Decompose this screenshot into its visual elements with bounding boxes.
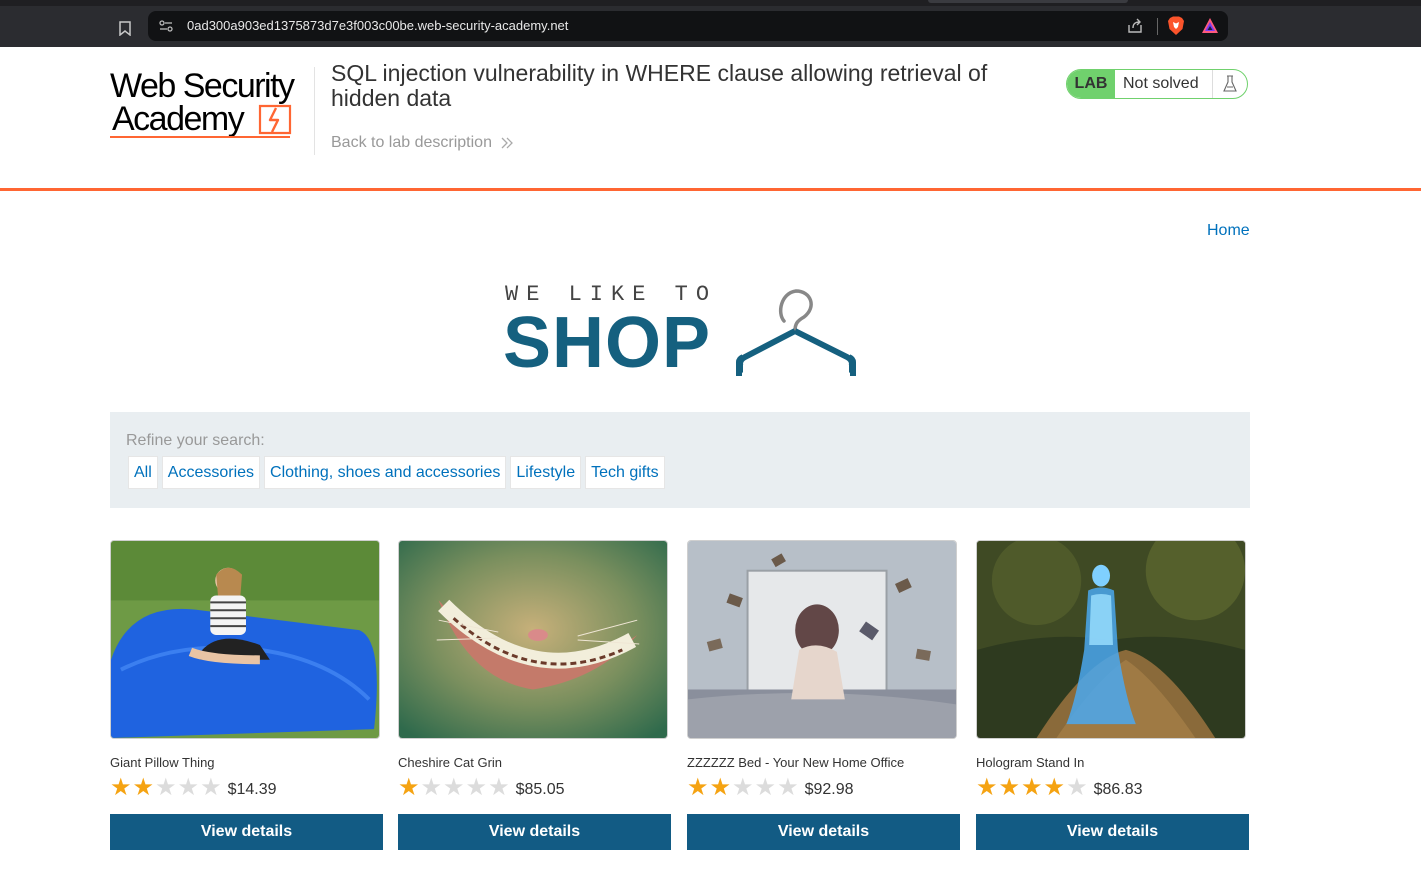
category-filter-list: All Accessories Clothing, shoes and acce… [128,456,665,489]
lab-badge: LAB [1067,70,1115,98]
star-filled-icon: ★ [398,774,420,801]
back-to-lab-description-link[interactable]: Back to lab description [331,134,514,152]
bookmark-icon[interactable] [114,17,136,39]
product-price: $14.39 [227,781,277,798]
lab-title: SQL injection vulnerability in WHERE cla… [331,60,988,111]
product-image-giant-pillow[interactable] [110,540,380,739]
product-image-hologram-stand-in[interactable] [976,540,1246,739]
hanger-icon [736,289,856,376]
product-price: $92.98 [804,781,854,798]
star-empty-icon: ★ [754,774,777,801]
star-empty-icon: ★ [1066,774,1088,801]
star-filled-icon: ★ [132,774,155,801]
browser-toolbar: 0ad300a903ed1375873d7e3f003c00be.web-sec… [0,0,1421,47]
url-text[interactable]: 0ad300a903ed1375873d7e3f003c00be.web-sec… [187,18,568,33]
address-bar[interactable]: 0ad300a903ed1375873d7e3f003c00be.web-sec… [148,11,1228,41]
star-empty-icon: ★ [420,774,443,801]
product-name: Hologram Stand In [976,755,1085,770]
star-filled-icon: ★ [709,774,732,801]
product-image-zzzzzz-bed[interactable] [687,540,957,739]
star-empty-icon: ★ [732,774,754,801]
brave-shields-icon[interactable] [1167,16,1185,36]
lab-status-text: Not solved [1115,70,1213,98]
share-icon[interactable] [1126,17,1144,35]
star-empty-icon: ★ [465,774,488,801]
product-rating: ★ ★ ★ ★ ★ $86.83 [976,776,1143,800]
logo-underline [110,136,290,138]
home-link[interactable]: Home [1207,222,1250,240]
star-filled-icon: ★ [687,774,709,801]
star-empty-icon: ★ [443,774,465,801]
filter-accessories[interactable]: Accessories [161,456,261,489]
star-empty-icon: ★ [177,774,200,801]
tab-strip-hint [928,0,1128,3]
filter-clothing-shoes-accessories[interactable]: Clothing, shoes and accessories [264,456,507,489]
star-empty-icon: ★ [488,774,510,801]
lightning-icon [258,104,292,135]
web-security-academy-logo[interactable]: Web Security Academy [110,69,310,141]
star-filled-icon: ★ [1043,774,1066,801]
logo-line-2: Academy [112,100,245,138]
star-filled-icon: ★ [1021,774,1043,801]
product-rating: ★ ★ ★ ★ ★ $85.05 [398,776,565,800]
flask-icon [1213,70,1247,98]
filter-label: Refine your search: [126,432,265,449]
address-bar-divider [1157,18,1158,35]
academy-header: Web Security Academy SQL injection vulne… [0,47,1421,191]
lab-status-widget: LAB Not solved [1066,69,1248,99]
view-details-button[interactable]: View details [687,814,960,850]
filter-panel: Refine your search: All Accessories Clot… [110,412,1250,508]
filter-all[interactable]: All [128,456,158,489]
star-empty-icon: ★ [777,774,799,801]
star-empty-icon: ★ [200,774,222,801]
header-divider [314,67,315,155]
view-details-button[interactable]: View details [398,814,671,850]
logo-line-1: Web Security [110,67,295,105]
banner-title: SHOP [503,303,712,383]
star-filled-icon: ★ [110,774,132,801]
star-filled-icon: ★ [976,774,998,801]
product-name: ZZZZZZ Bed - Your New Home Office [687,755,905,770]
product-name: Cheshire Cat Grin [398,755,503,770]
product-rating: ★ ★ ★ ★ ★ $92.98 [687,776,854,800]
site-settings-icon[interactable] [158,18,174,34]
view-details-button[interactable]: View details [976,814,1249,850]
view-details-button[interactable]: View details [110,814,383,850]
star-empty-icon: ★ [155,774,177,801]
product-image-cheshire-cat-grin[interactable] [398,540,668,739]
back-link-label: Back to lab description [331,134,492,151]
brave-rewards-icon[interactable] [1201,17,1219,35]
double-chevron-right-icon [501,137,513,149]
filter-tech-gifts[interactable]: Tech gifts [585,456,665,489]
product-price: $85.05 [515,781,565,798]
star-filled-icon: ★ [998,774,1021,801]
product-name: Giant Pillow Thing [110,755,215,770]
product-price: $86.83 [1093,781,1143,798]
shop-banner: WE LIKE TO SHOP [503,280,863,383]
product-rating: ★ ★ ★ ★ ★ $14.39 [110,776,277,800]
filter-lifestyle[interactable]: Lifestyle [510,456,582,489]
